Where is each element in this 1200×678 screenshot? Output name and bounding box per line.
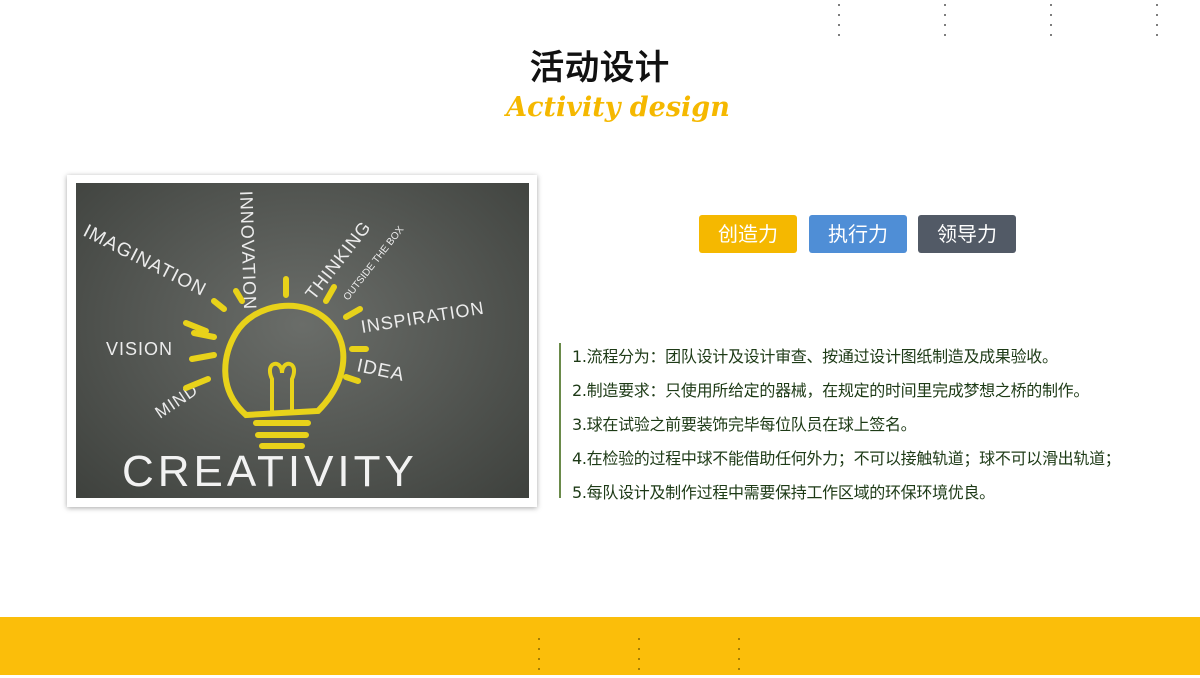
list-item: 1.流程分为：团队设计及设计审查、按通过设计图纸制造及成果验收。: [572, 347, 1058, 366]
image-word-thinking: THINKING: [301, 217, 375, 303]
page-subtitle: Activity design: [506, 92, 730, 123]
creativity-image-frame: IMAGINATION INNOVATION THINKING OUTSIDE …: [67, 175, 537, 507]
decorative-dots-bottom: [534, 634, 754, 674]
activity-points-list: 1.流程分为：团队设计及设计审查、按通过设计图纸制造及成果验收。 2.制造要求：…: [559, 343, 1189, 502]
image-word-creativity: CREATIVITY: [122, 447, 418, 496]
image-word-idea: IDEA: [355, 355, 407, 386]
page-title: 活动设计: [530, 48, 670, 88]
image-word-inspiration: INSPIRATION: [359, 298, 485, 337]
tag-execution: 执行力: [809, 215, 907, 253]
list-item: 3.球在试验之前要装饰完毕每位队员在球上签名。: [572, 415, 917, 434]
decorative-dots-top: [836, 0, 1176, 44]
lightbulb-icon: [183, 276, 369, 449]
creativity-chalkboard-image: IMAGINATION INNOVATION THINKING OUTSIDE …: [76, 183, 529, 498]
tag-creativity: 创造力: [699, 215, 797, 253]
list-item: 4.在检验的过程中球不能借助任何外力；不可以接触轨道；球不可以滑出轨道；: [572, 449, 1121, 468]
tag-leadership: 领导力: [918, 215, 1016, 253]
list-item: 2.制造要求：只使用所给定的器械，在规定的时间里完成梦想之桥的制作。: [572, 381, 1090, 400]
image-word-imagination: IMAGINATION: [80, 221, 210, 301]
list-item: 5.每队设计及制作过程中需要保持工作区域的环保环境优良。: [572, 483, 995, 502]
image-word-vision: VISION: [106, 339, 173, 359]
